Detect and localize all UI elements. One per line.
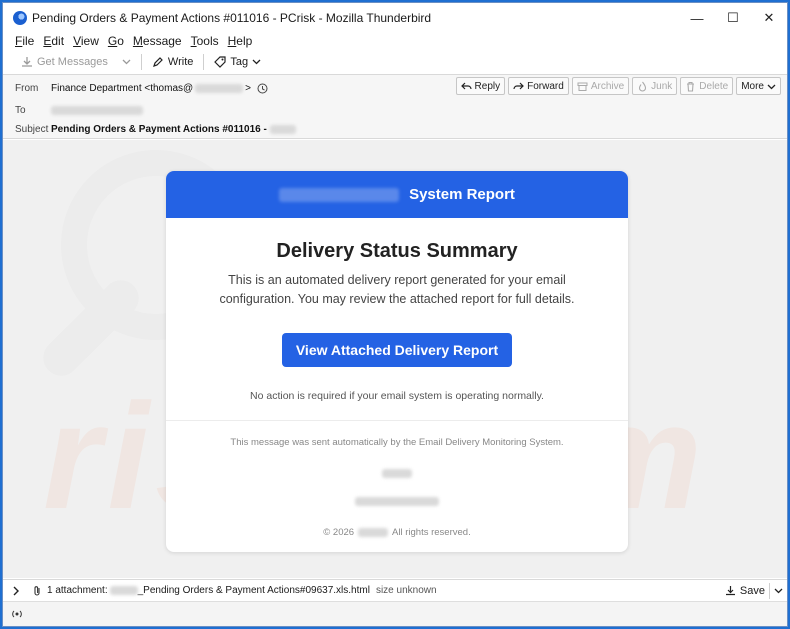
archive-label: Archive xyxy=(590,80,625,92)
thunderbird-window: Pending Orders & Payment Actions #011016… xyxy=(2,2,788,627)
get-messages-label: Get Messages xyxy=(37,55,108,68)
tag-button[interactable]: Tag xyxy=(210,52,265,72)
paperclip-icon xyxy=(34,585,40,596)
copyright-line: © 2026 All rights reserved. xyxy=(166,527,628,538)
redacted-footer-link xyxy=(166,494,628,508)
to-label: To xyxy=(15,105,26,116)
reply-label: Reply xyxy=(474,80,501,92)
download-icon xyxy=(22,56,32,67)
email-card: System Report Delivery Status Summary Th… xyxy=(166,171,628,552)
message-actions: Reply Forward Archive Junk Delete More xyxy=(455,77,781,95)
redacted-recipient xyxy=(51,106,143,115)
subject-row: Subject Pending Orders & Payment Actions… xyxy=(15,124,296,135)
toolbar-divider xyxy=(203,53,205,70)
email-footer-text: This message was sent automatically by t… xyxy=(230,437,564,448)
from-label: From xyxy=(15,83,39,94)
write-label: Write xyxy=(167,55,194,68)
redacted-company-name xyxy=(279,187,400,202)
copyright-tail: All rights reserved. xyxy=(392,527,471,538)
get-messages-dropdown[interactable] xyxy=(118,52,135,72)
save-dropdown[interactable] xyxy=(770,581,787,601)
more-button[interactable]: More xyxy=(736,77,781,95)
toolbar-divider xyxy=(140,53,142,70)
redacted-sender-domain xyxy=(195,84,244,93)
save-attachment-button[interactable]: Save xyxy=(721,581,769,601)
menu-edit[interactable]: Edit xyxy=(43,34,64,48)
email-note: No action is required if your email syst… xyxy=(250,390,544,402)
subject-label: Subject xyxy=(15,124,49,135)
write-button[interactable]: Write xyxy=(148,52,197,72)
delete-label: Delete xyxy=(699,80,729,92)
flame-icon xyxy=(639,81,647,91)
junk-button[interactable]: Junk xyxy=(632,77,678,95)
tag-icon xyxy=(214,55,226,68)
email-card-header: System Report xyxy=(166,171,628,218)
attachment-size: size unknown xyxy=(375,585,437,596)
redacted-attachment-prefix xyxy=(109,586,138,595)
view-report-button[interactable]: View Attached Delivery Report xyxy=(282,333,512,367)
menu-file[interactable]: File xyxy=(15,34,34,48)
email-body-text: This is an automated delivery report gen… xyxy=(219,273,575,306)
pencil-icon xyxy=(152,56,163,67)
menu-tools[interactable]: Tools xyxy=(191,34,219,48)
chevron-down-icon xyxy=(767,84,776,89)
contact-icon[interactable] xyxy=(257,83,268,94)
close-button[interactable]: ✕ xyxy=(751,3,787,33)
email-title: Delivery Status Summary xyxy=(276,240,518,262)
main-toolbar: Get Messages Write Tag xyxy=(3,49,787,75)
chevron-down-icon xyxy=(252,59,261,65)
save-label: Save xyxy=(739,584,765,597)
card-header-title: System Report xyxy=(409,186,515,203)
save-icon xyxy=(725,586,735,596)
menu-message[interactable]: Message xyxy=(133,34,182,48)
tag-label: Tag xyxy=(230,55,249,68)
delete-button[interactable]: Delete xyxy=(680,77,734,95)
from-suffix: > xyxy=(245,83,252,94)
archive-icon xyxy=(577,82,588,91)
redacted-footer-line xyxy=(166,466,628,480)
attachment-count: 1 attachment: xyxy=(47,585,108,596)
attachment-name[interactable]: _Pending Orders & Payment Actions#09637.… xyxy=(138,585,370,596)
forward-button[interactable]: Forward xyxy=(508,77,569,95)
subject-value: Pending Orders & Payment Actions #011016… xyxy=(51,124,267,135)
chevron-down-icon xyxy=(122,59,131,65)
forward-icon xyxy=(513,82,524,89)
minimize-button[interactable]: — xyxy=(679,3,715,33)
more-label: More xyxy=(741,80,764,92)
card-divider xyxy=(166,420,628,421)
get-messages-button[interactable]: Get Messages xyxy=(17,52,112,72)
from-row: From Finance Department <thomas@ > xyxy=(15,83,268,94)
menu-view[interactable]: View xyxy=(73,34,99,48)
redacted-subject-suffix xyxy=(269,125,296,134)
chevron-down-icon xyxy=(774,588,783,594)
archive-button[interactable]: Archive xyxy=(571,77,630,95)
cta-wrapper: View Attached Delivery Report xyxy=(166,333,628,367)
maximize-button[interactable]: ☐ xyxy=(715,3,751,33)
message-header: From Finance Department <thomas@ > To Su… xyxy=(3,75,787,139)
message-body-pane[interactable]: risk.com System Report Delivery Status S… xyxy=(3,140,787,578)
redacted-company-copyright xyxy=(358,528,389,537)
trash-icon xyxy=(687,81,695,92)
attachment-bar: 1 attachment: _Pending Orders & Payment … xyxy=(3,579,787,601)
thunderbird-logo-icon xyxy=(13,11,27,25)
to-row: To xyxy=(15,105,143,116)
reply-icon xyxy=(460,82,472,89)
status-bar xyxy=(3,601,787,626)
menu-help[interactable]: Help xyxy=(228,34,253,48)
menu-go[interactable]: Go xyxy=(108,34,124,48)
reply-button[interactable]: Reply xyxy=(455,77,506,95)
window-title: Pending Orders & Payment Actions #011016… xyxy=(32,11,432,25)
title-bar: Pending Orders & Payment Actions #011016… xyxy=(3,3,787,33)
menu-bar: File Edit View Go Message Tools Help xyxy=(3,33,787,49)
from-value[interactable]: Finance Department <thomas@ xyxy=(51,83,193,94)
junk-label: Junk xyxy=(651,80,673,92)
forward-label: Forward xyxy=(527,80,564,92)
chevron-right-icon[interactable] xyxy=(11,586,21,596)
copyright-year: © 2026 xyxy=(323,527,355,538)
activity-icon[interactable] xyxy=(11,608,23,620)
